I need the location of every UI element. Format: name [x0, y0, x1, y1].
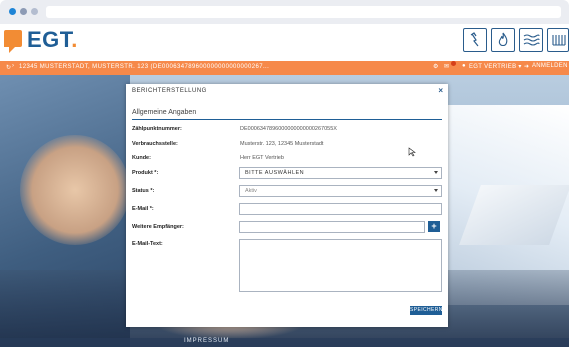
waves-icon[interactable]	[519, 28, 543, 52]
email-label: E-Mail *:	[132, 206, 154, 212]
footer	[0, 338, 569, 347]
flame-icon[interactable]	[491, 28, 515, 52]
login-icon: ➜	[524, 64, 530, 70]
status-label: Status *:	[132, 188, 155, 194]
emailtext-label: E-Mail-Text:	[132, 241, 163, 247]
status-select[interactable]: Aktiv	[239, 185, 442, 197]
back-arrow-icon[interactable]: ↻	[6, 64, 11, 71]
user-icon: ●	[462, 63, 466, 69]
report-dialog: BERICHTERSTELLUNG × Allgemeine Angaben Z…	[126, 84, 448, 327]
kunde-label: Kunde:	[132, 155, 151, 161]
zaehlpunkt-label: Zählpunktnummer:	[132, 126, 182, 132]
settings-icon[interactable]: ⚙	[433, 63, 439, 70]
logo[interactable]: EGT.	[27, 27, 78, 53]
browser-chrome	[0, 0, 569, 24]
verbrauchsstelle-value: Musterstr. 123, 12345 Musterstadt	[240, 141, 324, 147]
mouse-cursor-icon	[408, 147, 416, 157]
address-bar[interactable]	[46, 6, 561, 18]
notification-badge	[451, 61, 456, 66]
produkt-label: Produkt *:	[132, 170, 159, 176]
kunde-value: Herr EGT Vertrieb	[240, 155, 284, 161]
section-title: Allgemeine Angaben	[132, 109, 197, 116]
verbrauchsstelle-label: Verbrauchsstelle:	[132, 141, 178, 147]
chevron-right-icon: ›	[12, 63, 14, 69]
mail-icon[interactable]: ✉	[444, 63, 449, 70]
breadcrumb-address[interactable]: 12345 MUSTERSTADT, MUSTERSTR. 123 (DE000…	[19, 64, 269, 70]
zaehlpunkt-value: DE0006347896000000000000267055X	[240, 126, 337, 132]
logo-icon	[4, 30, 22, 53]
dialog-title: BERICHTERSTELLUNG	[132, 88, 207, 94]
plug-icon[interactable]	[463, 28, 487, 52]
produkt-selected-value: BITTE AUSWÄHLEN	[245, 170, 305, 176]
user-menu[interactable]: EGT VERTRIEB ▾	[469, 63, 522, 70]
produkt-select[interactable]: BITTE AUSWÄHLEN	[239, 167, 442, 179]
impressum-link[interactable]: IMPRESSUM	[184, 338, 229, 344]
window-minimize-dot[interactable]	[20, 8, 27, 15]
radiator-icon[interactable]	[547, 28, 569, 52]
save-button[interactable]: SPEICHERN	[410, 306, 442, 315]
window-maximize-dot[interactable]	[31, 8, 38, 15]
add-recipient-button[interactable]: +	[428, 221, 440, 232]
status-selected-value: Aktiv	[245, 188, 257, 194]
section-divider	[132, 119, 442, 120]
login-link[interactable]: ANMELDEN	[532, 63, 568, 69]
empfaenger-field[interactable]	[239, 221, 425, 233]
close-icon[interactable]: ×	[438, 86, 443, 95]
emailtext-area[interactable]	[239, 239, 442, 292]
empfaenger-label: Weitere Empfänger:	[132, 224, 184, 230]
chevron-down-icon	[434, 171, 438, 174]
window-close-dot[interactable]	[9, 8, 16, 15]
chevron-down-icon	[434, 189, 438, 192]
email-field[interactable]	[239, 203, 442, 215]
